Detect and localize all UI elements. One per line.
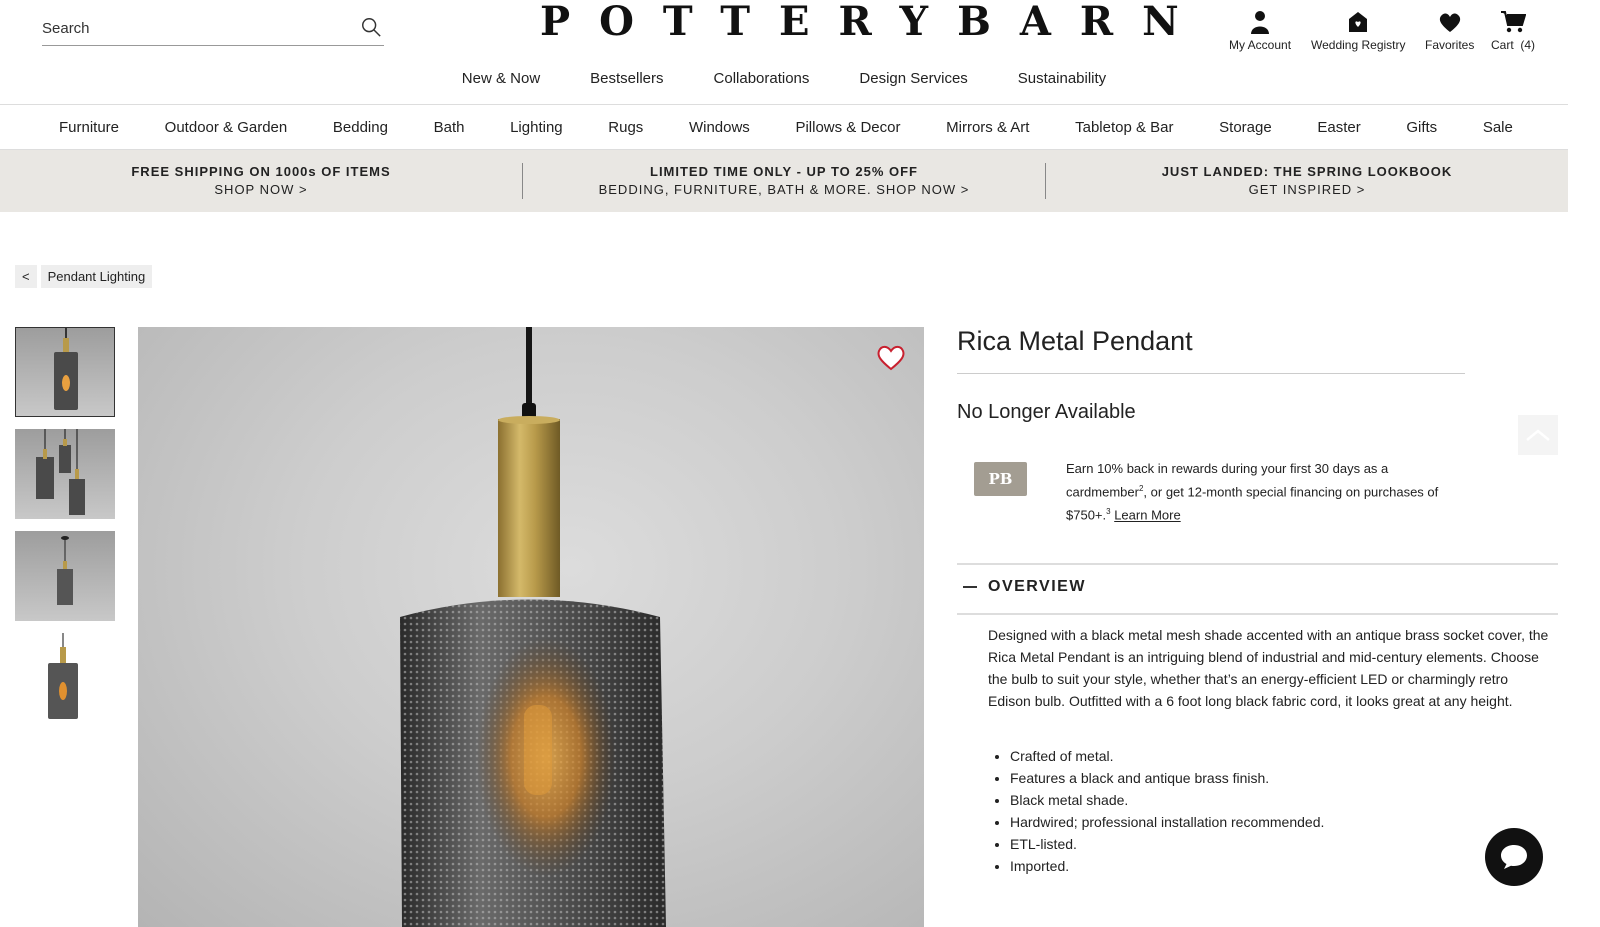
- chevron-up-icon: [1526, 429, 1550, 441]
- feature-item: Black metal shade.: [1010, 789, 1324, 811]
- category-lighting[interactable]: Lighting: [510, 119, 563, 136]
- product-title: Rica Metal Pendant: [957, 326, 1193, 356]
- breadcrumb-back-button[interactable]: <: [15, 265, 37, 288]
- wedding-registry-link[interactable]: Wedding Registry: [1311, 10, 1406, 52]
- chat-bubble-icon: [1501, 845, 1527, 869]
- overview-bottom-divider: [957, 613, 1558, 615]
- heart-icon: [1439, 13, 1460, 32]
- nav-design-services[interactable]: Design Services: [859, 70, 967, 87]
- search-icon[interactable]: [360, 16, 382, 38]
- category-sale[interactable]: Sale: [1483, 119, 1513, 136]
- feature-item: Imported.: [1010, 855, 1324, 877]
- collapse-minus-icon: [963, 586, 977, 588]
- nav-new-now[interactable]: New & Now: [462, 70, 540, 87]
- category-gifts[interactable]: Gifts: [1406, 119, 1437, 136]
- pottery-barn-logo[interactable]: POTTERYBARN: [540, 2, 1179, 42]
- promo-banner: FREE SHIPPING ON 1000s OF ITEMS SHOP NOW…: [0, 150, 1568, 212]
- favorites-link[interactable]: Favorites: [1425, 10, 1474, 52]
- wedding-registry-label: Wedding Registry: [1311, 38, 1406, 52]
- overview-heading: OVERVIEW: [988, 578, 1086, 595]
- category-pillows-decor[interactable]: Pillows & Decor: [795, 119, 900, 136]
- promo-lookbook[interactable]: JUST LANDED: THE SPRING LOOKBOOK GET INS…: [1046, 163, 1568, 199]
- cart-label: Cart (4): [1491, 38, 1536, 52]
- feature-item: ETL-listed.: [1010, 833, 1324, 855]
- thumbnail-3[interactable]: [15, 531, 115, 621]
- footnote-3: 3: [1106, 507, 1111, 517]
- promo-cta: SHOP NOW >: [214, 182, 308, 197]
- my-account-label: My Account: [1229, 38, 1292, 52]
- learn-more-link[interactable]: Learn More: [1114, 508, 1180, 523]
- category-nav: Furniture Outdoor & Garden Bedding Bath …: [0, 104, 1568, 150]
- feature-item: Features a black and antique brass finis…: [1010, 767, 1324, 789]
- pendant-illustration: [400, 327, 666, 927]
- user-icon: [1251, 11, 1270, 34]
- category-rugs[interactable]: Rugs: [608, 119, 643, 136]
- thumbnail-1[interactable]: [15, 327, 115, 417]
- promo-cta: BEDDING, FURNITURE, BATH & MORE. SHOP NO…: [598, 182, 970, 197]
- breadcrumb: < Pendant Lighting: [15, 265, 153, 288]
- category-tabletop-bar[interactable]: Tabletop & Bar: [1075, 119, 1173, 136]
- overview-top-divider: [957, 563, 1558, 565]
- feature-item: Crafted of metal.: [1010, 745, 1324, 767]
- category-windows[interactable]: Windows: [689, 119, 750, 136]
- chat-button[interactable]: [1485, 828, 1543, 886]
- title-divider: [957, 373, 1465, 374]
- overview-accordion-toggle[interactable]: OVERVIEW: [957, 578, 1086, 596]
- thumbnail-4[interactable]: [15, 633, 115, 723]
- pb-credit-card-logo: PB: [974, 462, 1027, 496]
- product-main-image[interactable]: [138, 327, 924, 927]
- rewards-offer-text: Earn 10% back in rewards during your fir…: [1066, 459, 1466, 526]
- category-easter[interactable]: Easter: [1317, 119, 1360, 136]
- favorites-label: Favorites: [1425, 38, 1475, 52]
- category-furniture[interactable]: Furniture: [59, 119, 119, 136]
- category-mirrors-art[interactable]: Mirrors & Art: [946, 119, 1029, 136]
- search-bar[interactable]: [42, 14, 384, 46]
- promo-free-shipping[interactable]: FREE SHIPPING ON 1000s OF ITEMS SHOP NOW…: [0, 163, 522, 199]
- product-description: Designed with a black metal mesh shade a…: [988, 627, 1549, 709]
- category-bedding[interactable]: Bedding: [333, 119, 388, 136]
- nav-sustainability[interactable]: Sustainability: [1018, 70, 1106, 87]
- category-storage[interactable]: Storage: [1219, 119, 1272, 136]
- promo-headline: LIMITED TIME ONLY - UP TO 25% OFF: [650, 164, 918, 179]
- promo-headline: FREE SHIPPING ON 1000s OF ITEMS: [131, 164, 391, 179]
- favorite-heart-button[interactable]: [876, 343, 906, 371]
- feature-item: Hardwired; professional installation rec…: [1010, 811, 1324, 833]
- cart-icon: [1501, 11, 1526, 33]
- availability-status: No Longer Available: [957, 401, 1136, 423]
- nav-bestsellers[interactable]: Bestsellers: [590, 70, 663, 87]
- my-account-link[interactable]: My Account: [1229, 10, 1291, 52]
- product-features-list: Crafted of metal. Features a black and a…: [1010, 745, 1324, 877]
- nav-collaborations[interactable]: Collaborations: [714, 70, 810, 87]
- scroll-to-top-button[interactable]: [1518, 415, 1558, 455]
- primary-nav: New & Now Bestsellers Collaborations Des…: [0, 70, 1568, 87]
- cart-link[interactable]: Cart (4): [1491, 10, 1535, 52]
- search-input[interactable]: [42, 14, 342, 42]
- thumbnail-2[interactable]: [15, 429, 115, 519]
- registry-icon: [1349, 12, 1368, 32]
- category-bath[interactable]: Bath: [434, 119, 465, 136]
- thumbnail-gallery: [15, 327, 115, 735]
- category-outdoor-garden[interactable]: Outdoor & Garden: [165, 119, 288, 136]
- promo-sale[interactable]: LIMITED TIME ONLY - UP TO 25% OFF BEDDIN…: [523, 163, 1045, 199]
- promo-cta: GET INSPIRED >: [1248, 182, 1366, 197]
- promo-headline: JUST LANDED: THE SPRING LOOKBOOK: [1161, 164, 1453, 179]
- breadcrumb-pendant-lighting[interactable]: Pendant Lighting: [40, 265, 153, 288]
